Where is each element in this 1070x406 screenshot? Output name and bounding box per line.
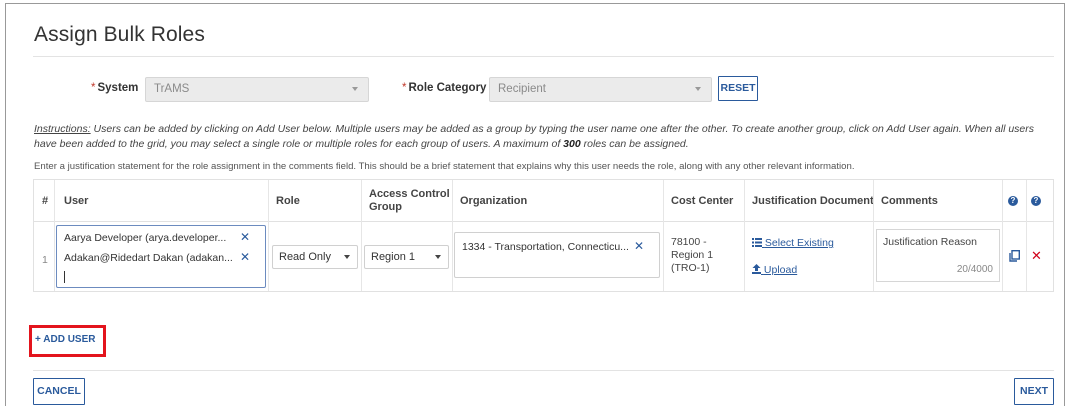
header-organization: Organization: [460, 195, 528, 207]
system-select[interactable]: TrAMS: [145, 77, 369, 102]
row-number: 1: [42, 254, 48, 266]
column-divider: [744, 180, 745, 291]
list-icon: [752, 238, 762, 247]
cost-center-line: Region 1: [671, 249, 714, 261]
header-number: #: [42, 195, 49, 207]
header-cost-center: Cost Center: [671, 195, 734, 207]
role-category-label-text: Role Category: [408, 82, 487, 94]
add-user-button[interactable]: + ADD USER: [35, 334, 95, 345]
header-access-control-group: Access Control Group: [369, 188, 450, 213]
text-cursor: [64, 271, 65, 283]
role-category-label: * Role Category: [402, 82, 486, 94]
bulk-roles-panel: Assign Bulk Roles * System TrAMS * Role Ca…: [5, 3, 1065, 406]
column-divider: [873, 180, 874, 291]
column-divider: [1026, 180, 1027, 291]
access-control-group-select[interactable]: Region 1: [364, 245, 449, 269]
footer-divider: [33, 370, 1054, 371]
column-divider: [268, 180, 269, 291]
system-label-text: System: [97, 82, 139, 94]
required-marker: *: [91, 82, 96, 94]
cost-center-line: (TRO-1): [671, 262, 710, 274]
chevron-down-icon: [344, 255, 350, 259]
user-token: Adakan@Ridedart Dakan (adakan...: [64, 252, 233, 264]
cancel-button[interactable]: CANCEL: [33, 378, 85, 405]
comments-textarea[interactable]: Justification Reason 20/4000: [876, 229, 1000, 282]
reset-button[interactable]: RESET: [718, 76, 758, 101]
remove-token-icon[interactable]: ✕: [240, 250, 250, 264]
column-divider: [54, 180, 55, 291]
copy-icon[interactable]: [1009, 250, 1020, 262]
title-divider: [33, 56, 1054, 57]
role-category-select-value: Recipient: [498, 83, 546, 95]
select-existing-label: Select Existing: [764, 237, 834, 249]
access-control-group-value: Region 1: [371, 251, 416, 263]
user-token: Aarya Developer (arya.developer...: [64, 232, 227, 244]
cost-center: 78100 - Region 1 (TRO-1): [671, 236, 713, 275]
column-divider: [361, 180, 362, 291]
comment-char-count: 20/4000: [956, 264, 993, 275]
upload-label: Upload: [763, 264, 798, 276]
organization-multiselect[interactable]: 1334 - Transportation, Connecticu... ✕: [454, 232, 660, 278]
chevron-down-icon: [435, 255, 441, 259]
comment-value: Justification Reason: [883, 236, 977, 248]
delete-x-icon[interactable]: ✕: [1031, 248, 1042, 264]
chevron-down-icon: [352, 87, 358, 91]
cost-center-line: 78100 -: [671, 236, 707, 248]
role-category-select[interactable]: Recipient: [489, 77, 712, 102]
bulk-roles-grid: # User Role Access Control Group Organiz…: [33, 179, 1054, 292]
next-button[interactable]: NEXT: [1014, 378, 1054, 405]
grid-header-row: # User Role Access Control Group Organiz…: [34, 180, 1053, 222]
page-title: Assign Bulk Roles: [34, 23, 205, 46]
chevron-down-icon: [695, 87, 701, 91]
header-role: Role: [276, 195, 300, 207]
instructions-label: Instructions:: [34, 123, 91, 135]
remove-token-icon[interactable]: ✕: [240, 230, 250, 244]
upload-link[interactable]: Upload: [752, 264, 797, 276]
instructions-body-end: roles can be assigned.: [580, 137, 689, 150]
system-label: * System: [91, 82, 138, 94]
role-select[interactable]: Read Only: [272, 245, 358, 269]
question-circle-icon[interactable]: ?: [1008, 196, 1018, 206]
header-comments: Comments: [881, 195, 938, 207]
header-user: User: [64, 195, 89, 207]
instructions-text: Instructions: Users can be added by clic…: [34, 122, 1054, 151]
organization-token: 1334 - Transportation, Connecticu...: [462, 241, 629, 253]
select-existing-link[interactable]: Select Existing: [752, 237, 834, 249]
column-divider: [1002, 180, 1003, 291]
max-roles-value: 300: [563, 137, 581, 150]
header-justification-document: Justification Document: [752, 195, 874, 207]
question-circle-icon[interactable]: ?: [1031, 196, 1041, 206]
role-select-value: Read Only: [279, 251, 331, 263]
upload-icon: [752, 264, 761, 274]
column-divider: [663, 180, 664, 291]
user-multiselect[interactable]: Aarya Developer (arya.developer... ✕ Ada…: [56, 225, 266, 288]
system-select-value: TrAMS: [154, 83, 190, 95]
justification-note: Enter a justification statement for the …: [34, 161, 855, 172]
required-marker: *: [402, 82, 407, 94]
instructions-body: Users can be added by clicking on Add Us…: [34, 123, 1035, 150]
remove-token-icon[interactable]: ✕: [634, 239, 644, 253]
column-divider: [452, 180, 453, 291]
